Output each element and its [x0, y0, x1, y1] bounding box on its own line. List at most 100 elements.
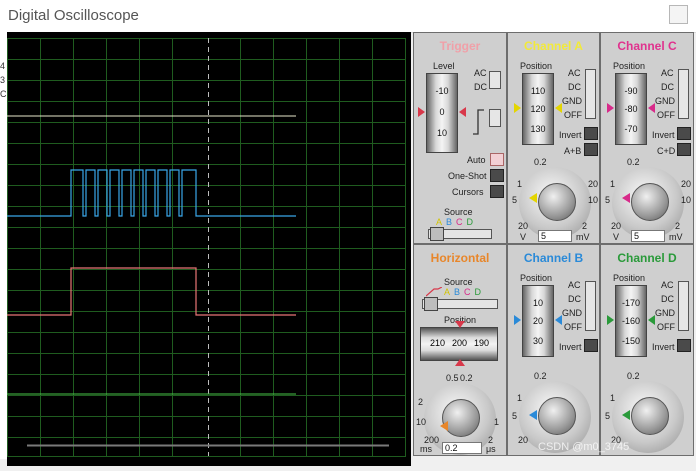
channel-c-dial-label-0: 0.2 [627, 157, 640, 167]
channel-d-position-label: Position [613, 273, 646, 283]
channel-d-gnd-label: GND [655, 308, 675, 318]
timebase-dial-cap[interactable] [442, 399, 480, 437]
channel-d-arrow-right [648, 315, 655, 325]
channel-a-invert-button[interactable] [584, 127, 598, 140]
horizontal-pos-arrow-bottom [455, 359, 465, 366]
channel-b-panel: Channel B Position 10 20 30 AC DC GND OF… [507, 244, 600, 456]
channel-c-dial-label-5: 5 [605, 195, 611, 205]
channel-d-dial-pointer [622, 410, 630, 420]
source-ramp-icon [426, 287, 442, 297]
horizontal-position-drum[interactable]: 210 200 190 [420, 327, 498, 361]
channel-c-arrow-right [648, 103, 655, 113]
channel-a-dial-label-r10: 10 [588, 195, 599, 205]
channel-a-ac-label: AC [568, 68, 581, 78]
channel-c-dial-label-r2: 2 [675, 221, 681, 231]
trigger-coupling-switch[interactable] [489, 71, 501, 89]
channel-c-dc-label: DC [661, 82, 674, 92]
channel-c-dial-label-1: 1 [610, 179, 616, 189]
channel-d-dial-label-0: 0.2 [627, 371, 640, 381]
trigger-level-drum[interactable]: -10 0 10 [426, 73, 458, 153]
channel-c-value-field[interactable]: 5 [631, 230, 665, 242]
horizontal-title: Horizontal [430, 251, 490, 265]
channel-b-mode-switch[interactable] [585, 281, 596, 331]
trigger-source-letters: ABCD [436, 217, 474, 227]
timebase-label-r1: 1 [494, 417, 500, 427]
timebase-unit-ms: ms [420, 444, 432, 454]
channel-c-invert-label: Invert [652, 130, 675, 140]
channel-c-combine-label: C+D [657, 146, 676, 156]
horizontal-slider-thumb[interactable] [424, 297, 438, 311]
channel-c-off-label: OFF [657, 110, 675, 120]
channel-a-unit-mv: mV [576, 232, 590, 242]
timebase-label-2: 2 [418, 397, 424, 407]
channel-a-dial-label-r20: 20 [588, 179, 599, 189]
edge-text-2: 3 [0, 75, 6, 85]
channel-a-dial-pointer [529, 193, 537, 203]
channel-a-dial-cap[interactable] [538, 183, 576, 221]
edge-icon [473, 109, 484, 135]
channel-a-value-field[interactable]: 5 [538, 230, 572, 242]
channel-a-combine-button[interactable] [584, 143, 598, 156]
channel-b-position-drum[interactable]: 10 20 30 [522, 285, 554, 357]
channel-a-dial-label-1: 1 [517, 179, 523, 189]
channel-c-position-drum[interactable]: -90 -80 -70 [615, 73, 647, 145]
edge-text-3: C [0, 89, 7, 99]
channel-b-off-label: OFF [564, 322, 582, 332]
trace-channel-b [7, 169, 296, 217]
channel-a-combine-label: A+B [564, 146, 582, 156]
one-shot-button[interactable] [490, 169, 504, 182]
channel-c-position-label: Position [613, 61, 646, 71]
channel-d-dial-cap[interactable] [631, 397, 669, 435]
channel-c-invert-button[interactable] [677, 127, 691, 140]
channel-a-dial-label-20: 20 [518, 221, 529, 231]
channel-a-dial-label-5: 5 [512, 195, 518, 205]
scope-screen[interactable] [7, 32, 411, 466]
channel-d-invert-button[interactable] [677, 339, 691, 352]
channel-d-mode-switch[interactable] [678, 281, 689, 331]
channel-b-dial-cap[interactable] [538, 397, 576, 435]
horizontal-source-letters: ABCD [444, 287, 482, 297]
watermark: CSDN @m0_3745 [538, 441, 630, 453]
level-arrow-left [418, 107, 425, 117]
channel-a-unit-v: V [520, 232, 527, 242]
horizontal-source-label: Source [444, 277, 473, 287]
channel-b-dc-label: DC [568, 294, 581, 304]
timebase-value-field[interactable]: 0.2 [442, 442, 482, 454]
channel-d-arrow-left [607, 315, 614, 325]
channel-b-invert-button[interactable] [584, 339, 598, 352]
timebase-label-0: 0.5 [446, 373, 459, 383]
level-arrow-right [459, 107, 466, 117]
channel-a-position-drum[interactable]: 110 120 130 [522, 73, 554, 145]
channel-c-dial-label-r20: 20 [681, 179, 692, 189]
channel-a-arrow-right [555, 103, 562, 113]
window-title: Digital Oscilloscope [8, 7, 139, 24]
trigger-dc-label: DC [474, 82, 487, 92]
timebase-label-10: 10 [416, 417, 427, 427]
channel-b-dial-label-5: 5 [512, 411, 518, 421]
edge-text-1: 4 [0, 61, 6, 71]
left-edge-strip: 4 3 C [0, 32, 7, 459]
horizontal-pos-arrow-top [455, 321, 465, 328]
channel-c-dial-label-20: 20 [611, 221, 622, 231]
cursors-button[interactable] [490, 185, 504, 198]
channel-c-arrow-left [607, 103, 614, 113]
channel-c-dial-cap[interactable] [631, 183, 669, 221]
channel-d-position-drum[interactable]: -170 -160 -150 [615, 285, 647, 357]
channel-d-dial-label-1: 1 [610, 393, 616, 403]
channel-d-off-label: OFF [657, 322, 675, 332]
trigger-edge-switch[interactable] [489, 109, 501, 127]
channel-b-dial-label-1: 1 [517, 393, 523, 403]
channel-a-mode-switch[interactable] [585, 69, 596, 119]
horizontal-panel: Horizontal Source ABCD Position 210 200 … [413, 244, 507, 456]
channel-b-dial-label-20: 20 [518, 435, 529, 445]
channel-c-mode-switch[interactable] [678, 69, 689, 119]
channel-c-combine-button[interactable] [677, 143, 691, 156]
channel-b-title: Channel B [523, 251, 584, 265]
one-shot-label: One-Shot [448, 171, 487, 181]
close-button[interactable] [669, 5, 688, 24]
channel-a-dc-label: DC [568, 82, 581, 92]
auto-button[interactable] [490, 153, 504, 166]
timebase-dial-pointer [440, 421, 448, 431]
channel-d-dc-label: DC [661, 294, 674, 304]
trigger-slider-thumb[interactable] [430, 227, 444, 241]
